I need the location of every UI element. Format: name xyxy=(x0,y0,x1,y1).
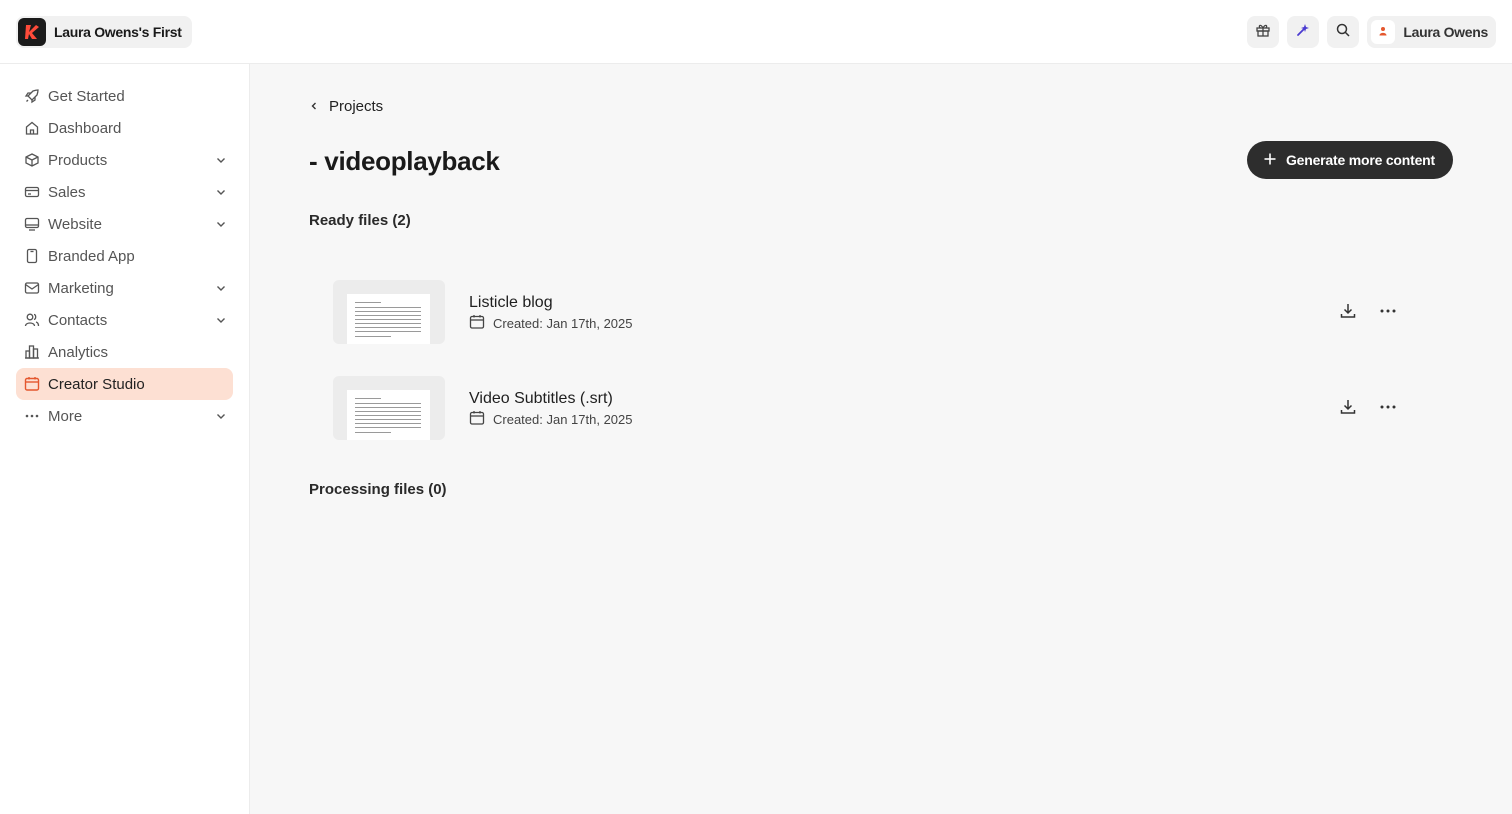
sidebar-item-label: Marketing xyxy=(48,279,114,297)
search-button[interactable] xyxy=(1327,16,1360,48)
sidebar-item-creator-studio[interactable]: Creator Studio xyxy=(16,368,233,400)
sidebar-item-label: Analytics xyxy=(48,343,109,361)
home-icon xyxy=(24,120,40,136)
breadcrumb[interactable]: Projects xyxy=(309,98,383,115)
sidebar-item-dashboard[interactable]: Dashboard xyxy=(16,112,233,144)
file-name[interactable]: Listicle blog xyxy=(469,294,553,312)
ellipsis-icon xyxy=(24,408,40,424)
document-preview-icon xyxy=(347,390,430,440)
sidebar-item-products[interactable]: Products xyxy=(16,144,233,176)
avatar xyxy=(1371,20,1396,44)
calendar-icon xyxy=(24,376,40,392)
chevron-down-icon[interactable] xyxy=(215,217,227,234)
document-preview-icon xyxy=(347,294,430,344)
rocket-icon xyxy=(24,88,40,104)
sidebar-item-label: Dashboard xyxy=(48,119,122,137)
chevron-down-icon[interactable] xyxy=(215,409,227,426)
sparkle-icon xyxy=(1295,22,1311,43)
sidebar: Get Started Dashboard Products Sales Web… xyxy=(0,64,250,814)
sidebar-item-label: Website xyxy=(48,215,102,233)
workspace-name: Laura Owens's First xyxy=(54,24,182,40)
chevron-down-icon[interactable] xyxy=(215,153,227,170)
sidebar-item-marketing[interactable]: Marketing xyxy=(16,272,233,304)
sidebar-item-website[interactable]: Website xyxy=(16,208,233,240)
chevron-down-icon[interactable] xyxy=(215,185,227,202)
sidebar-item-label: Creator Studio xyxy=(48,375,145,393)
sidebar-item-analytics[interactable]: Analytics xyxy=(16,336,233,368)
box-icon xyxy=(24,152,40,168)
file-created-label: Created: Jan 17th, 2025 xyxy=(493,412,633,427)
user-name: Laura Owens xyxy=(1403,24,1488,40)
more-options-icon[interactable] xyxy=(1379,400,1397,419)
file-row[interactable]: Video Subtitles (.srt) Created: Jan 17th… xyxy=(333,376,1413,440)
calendar-icon xyxy=(469,314,485,333)
generate-more-content-button[interactable]: Generate more content xyxy=(1246,141,1453,179)
user-menu-button[interactable]: Laura Owens xyxy=(1367,16,1496,48)
file-created-label: Created: Jan 17th, 2025 xyxy=(493,316,633,331)
sidebar-item-label: Get Started xyxy=(48,87,125,105)
processing-files-heading: Processing files (0) xyxy=(309,481,447,498)
sidebar-item-label: Contacts xyxy=(48,311,108,329)
download-icon[interactable] xyxy=(1339,302,1357,325)
chevron-down-icon[interactable] xyxy=(215,313,227,330)
sidebar-item-contacts[interactable]: Contacts xyxy=(16,304,233,336)
phone-icon xyxy=(24,248,40,264)
main-content: Projects - videoplayback Generate more c… xyxy=(250,64,1512,814)
gift-icon xyxy=(1255,22,1271,43)
workspace-switcher[interactable]: Laura Owens's First xyxy=(16,16,192,48)
page-title: - videoplayback xyxy=(309,146,500,176)
chevron-down-icon[interactable] xyxy=(215,281,227,298)
credit-card-icon xyxy=(24,184,40,200)
file-created-date: Created: Jan 17th, 2025 xyxy=(469,410,633,429)
kajabi-logo-icon xyxy=(18,18,46,46)
calendar-icon xyxy=(469,410,485,429)
top-actions: Laura Owens xyxy=(1247,16,1496,48)
ready-files-heading: Ready files (2) xyxy=(309,212,411,229)
sidebar-item-branded-app[interactable]: Branded App xyxy=(16,240,233,272)
sidebar-item-label: Products xyxy=(48,151,108,169)
mail-icon xyxy=(24,280,40,296)
sidebar-item-label: More xyxy=(48,407,83,425)
more-options-icon[interactable] xyxy=(1379,304,1397,323)
top-bar: Laura Owens's First Laura Owens xyxy=(0,0,1512,64)
user-icon xyxy=(1378,23,1388,41)
users-icon xyxy=(24,312,40,328)
sidebar-item-label: Branded App xyxy=(48,247,135,265)
file-created-date: Created: Jan 17th, 2025 xyxy=(469,314,633,333)
file-row[interactable]: Listicle blog Created: Jan 17th, 2025 xyxy=(333,280,1413,344)
file-thumbnail[interactable] xyxy=(333,280,445,344)
gift-button[interactable] xyxy=(1247,16,1280,48)
chevron-left-icon[interactable] xyxy=(309,98,319,115)
sidebar-item-more[interactable]: More xyxy=(16,400,233,432)
bar-chart-icon xyxy=(24,344,40,360)
ai-assistant-button[interactable] xyxy=(1287,16,1320,48)
file-thumbnail[interactable] xyxy=(333,376,445,440)
file-name[interactable]: Video Subtitles (.srt) xyxy=(469,390,613,408)
breadcrumb-projects-link[interactable]: Projects xyxy=(329,98,383,115)
download-icon[interactable] xyxy=(1339,398,1357,421)
sidebar-item-sales[interactable]: Sales xyxy=(16,176,233,208)
monitor-icon xyxy=(24,216,40,232)
plus-icon xyxy=(1263,152,1277,169)
search-icon xyxy=(1335,22,1351,43)
generate-button-label: Generate more content xyxy=(1285,152,1435,168)
sidebar-item-get-started[interactable]: Get Started xyxy=(16,80,233,112)
sidebar-item-label: Sales xyxy=(48,183,86,201)
